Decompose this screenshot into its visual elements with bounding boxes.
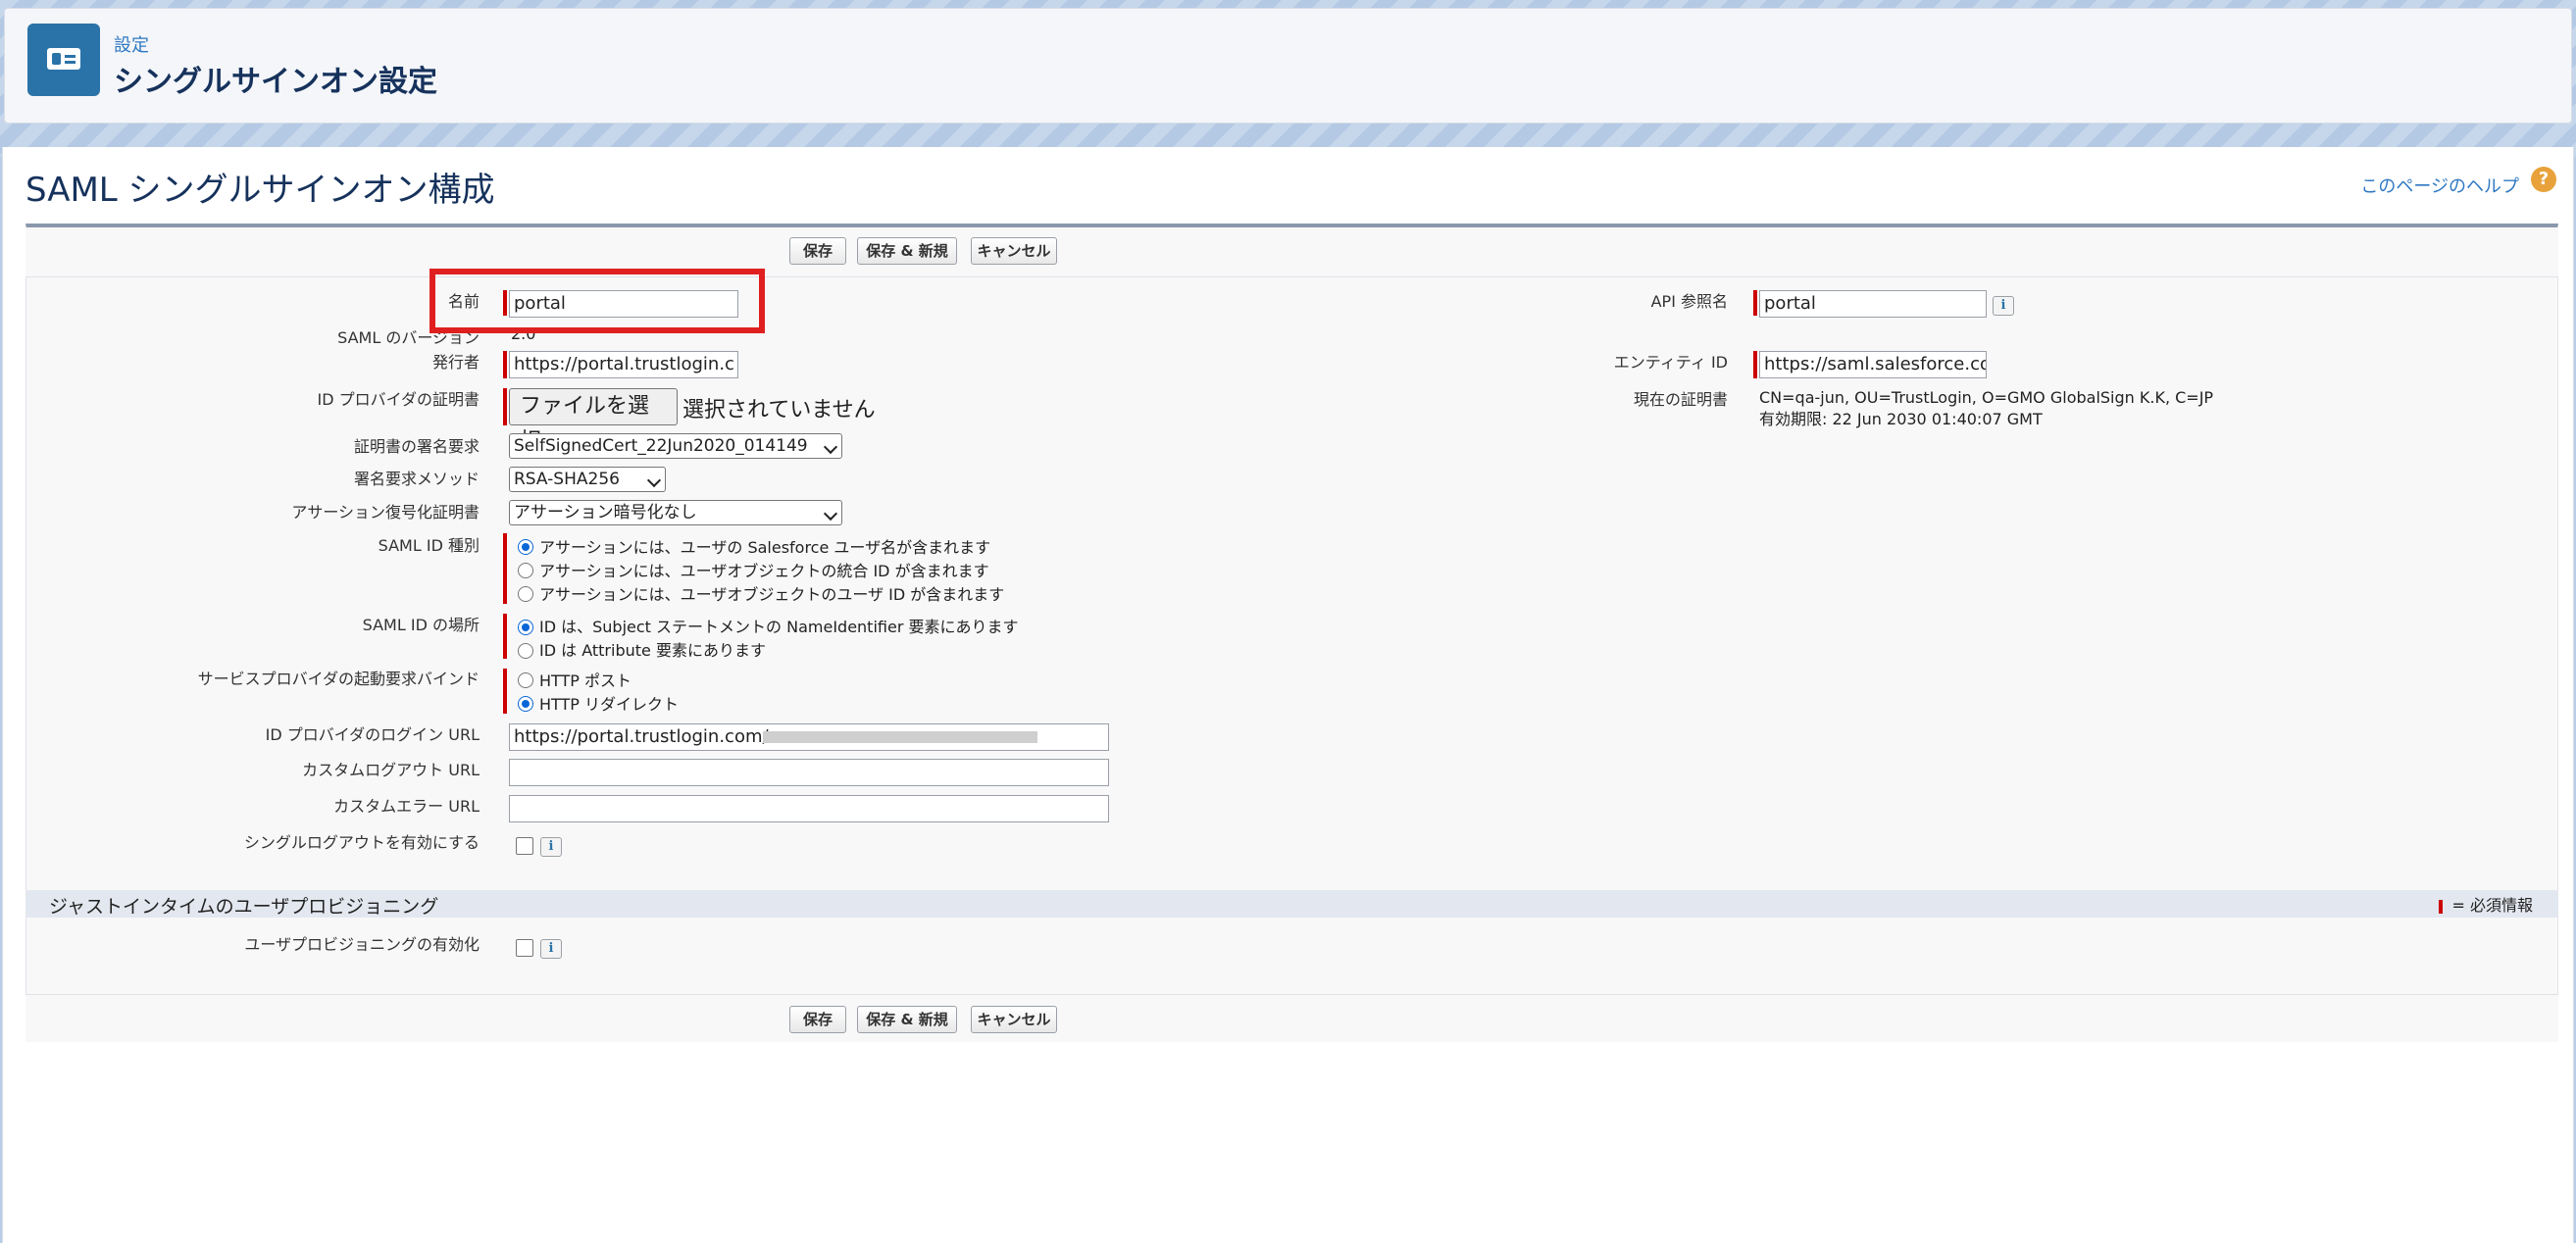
- sp-binding-option-redirect: HTTP リダイレクト: [539, 695, 680, 714]
- required-marker: [503, 533, 507, 604]
- required-marker: [503, 614, 507, 659]
- required-marker: [1753, 351, 1757, 378]
- save-button-bottom[interactable]: 保存: [789, 1006, 846, 1033]
- user-provisioning-label: ユーザプロビジョニングの有効化: [244, 935, 480, 954]
- entity-id-label: エンティティ ID: [1613, 353, 1728, 372]
- current-cert-label: 現在の証明書: [1633, 390, 1728, 409]
- highlight-annotation: [429, 269, 765, 333]
- sp-binding-label: サービスプロバイダの起動要求バインド: [197, 670, 480, 688]
- choose-file-button[interactable]: ファイルを選択: [509, 388, 678, 454]
- info-icon[interactable]: i: [540, 837, 562, 857]
- custom-error-url-label: カスタムエラー URL: [333, 797, 480, 816]
- info-icon[interactable]: i: [1993, 296, 2014, 316]
- sign-method-label: 署名要求メソッド: [353, 470, 480, 488]
- saml-id-location-radio-2[interactable]: [518, 643, 533, 659]
- api-name-input[interactable]: portal: [1759, 290, 1987, 318]
- idp-cert-label: ID プロバイダの証明書: [317, 390, 480, 409]
- id-card-icon: [27, 24, 100, 96]
- saml-id-type-option-2: アサーションには、ユーザオブジェクトの統合 ID が含まれます: [539, 562, 989, 580]
- help-link[interactable]: このページのヘルプ: [2360, 173, 2519, 198]
- required-marker: [503, 669, 507, 714]
- redacted-url-part: [763, 731, 1037, 743]
- jit-section-title: ジャストインタイムのユーザプロビジョニング: [49, 896, 439, 918]
- issuer-input[interactable]: https://portal.trustlogin.c: [509, 351, 738, 378]
- save-new-button-top[interactable]: 保存 & 新規: [857, 237, 957, 265]
- cert-signing-label: 証明書の署名要求: [353, 437, 480, 456]
- entity-id-input[interactable]: https://saml.salesforce.co: [1759, 351, 1987, 378]
- saml-id-location-radio-1[interactable]: [518, 620, 533, 635]
- help-icon[interactable]: ?: [2531, 167, 2556, 192]
- saml-id-location-label: SAML ID の場所: [362, 616, 480, 634]
- required-marker: [503, 388, 507, 425]
- top-button-row: [25, 227, 2558, 277]
- single-logout-label: シングルログアウトを有効にする: [243, 833, 480, 852]
- single-logout-checkbox[interactable]: [516, 837, 533, 855]
- assertion-decrypt-select[interactable]: アサーション暗号化なし: [509, 500, 842, 525]
- page-title: シングルサインオン設定: [114, 65, 437, 99]
- sp-binding-radio-redirect[interactable]: [518, 696, 533, 712]
- user-provisioning-checkbox[interactable]: [516, 939, 533, 957]
- required-marker: [503, 351, 507, 378]
- saml-id-type-option-3: アサーションには、ユーザオブジェクトのユーザ ID が含まれます: [539, 585, 1005, 604]
- issuer-label: 発行者: [431, 353, 480, 372]
- saml-id-location-option-2: ID は Attribute 要素にあります: [539, 641, 766, 660]
- custom-error-url-input[interactable]: [509, 795, 1109, 822]
- assertion-decrypt-label: アサーション復号化証明書: [291, 503, 480, 522]
- chevron-down-icon: [823, 506, 838, 522]
- jit-section-header: ジャストインタイムのユーザプロビジョニング = 必須情報: [25, 890, 2558, 918]
- save-new-button-bottom[interactable]: 保存 & 新規: [857, 1006, 957, 1033]
- saml-id-type-radio-3[interactable]: [518, 586, 533, 602]
- custom-logout-url-input[interactable]: [509, 759, 1109, 786]
- idp-login-url-label: ID プロバイダのログイン URL: [265, 725, 480, 744]
- info-icon[interactable]: i: [540, 939, 562, 959]
- required-marker: [2438, 899, 2443, 914]
- api-name-label: API 参照名: [1650, 292, 1728, 311]
- chevron-down-icon: [646, 472, 662, 488]
- saml-id-type-label: SAML ID 種別: [378, 536, 480, 555]
- current-cert-expiry: 有効期限: 22 Jun 2030 01:40:07 GMT: [1759, 410, 2043, 428]
- saml-id-type-option-1: アサーションには、ユーザの Salesforce ユーザ名が含まれます: [539, 538, 991, 557]
- cancel-button-top[interactable]: キャンセル: [971, 237, 1057, 265]
- chevron-down-icon: [823, 439, 838, 455]
- cancel-button-bottom[interactable]: キャンセル: [971, 1006, 1057, 1033]
- breadcrumb[interactable]: 設定: [114, 31, 149, 57]
- custom-logout-url-label: カスタムログアウト URL: [302, 761, 480, 779]
- saml-id-type-radio-1[interactable]: [518, 539, 533, 555]
- cert-signing-select[interactable]: SelfSignedCert_22Jun2020_014149: [509, 433, 842, 459]
- file-status: 選択されていません: [682, 398, 876, 423]
- saml-id-location-option-1: ID は、Subject ステートメントの NameIdentifier 要素に…: [539, 618, 1019, 636]
- saml-id-type-radio-2[interactable]: [518, 563, 533, 578]
- required-legend: = 必須情報: [2438, 892, 2533, 916]
- current-cert-subject: CN=qa-jun, OU=TrustLogin, O=GMO GlobalSi…: [1759, 388, 2214, 407]
- sign-method-select[interactable]: RSA-SHA256: [509, 467, 666, 492]
- required-marker: [1753, 290, 1757, 316]
- save-button-top[interactable]: 保存: [789, 237, 846, 265]
- sp-binding-radio-post[interactable]: [518, 672, 533, 688]
- sp-binding-option-post: HTTP ポスト: [539, 671, 632, 690]
- bottom-button-row: [25, 994, 2558, 1042]
- section-title: SAML シングルサインオン構成: [25, 171, 495, 210]
